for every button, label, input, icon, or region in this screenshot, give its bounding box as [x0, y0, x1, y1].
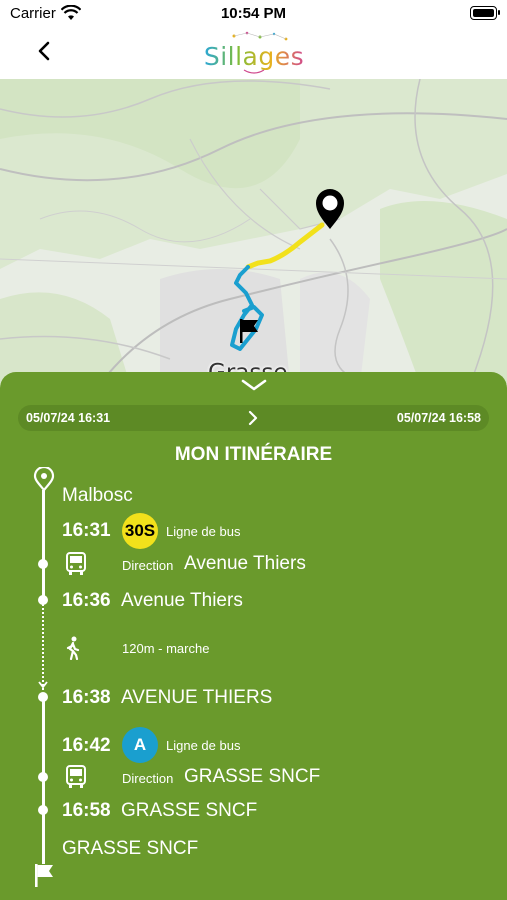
date-range-bar: 05/07/24 16:31 05/07/24 16:58 — [18, 405, 489, 431]
origin-stop: Malbosc — [62, 485, 133, 506]
arrow-down-icon — [38, 681, 48, 689]
transfer-time: 16:38 — [62, 687, 111, 708]
timeline-dot — [38, 692, 48, 702]
map-canvas — [0, 79, 507, 384]
transfer-stop: AVENUE THIERS — [121, 687, 273, 708]
route-map[interactable]: Grasse — [0, 79, 507, 384]
itinerary-sheet: 05/07/24 16:31 05/07/24 16:58 MON ITINÉR… — [0, 372, 507, 900]
leg-depart-time: 16:31 — [62, 520, 111, 541]
direction-label: Direction — [122, 771, 174, 786]
logo-text: Sillages — [203, 42, 305, 71]
timeline-dot — [38, 595, 48, 605]
leg-mode-label: Ligne de bus — [166, 524, 241, 539]
leg-arrive-stop: GRASSE SNCF — [121, 800, 258, 821]
status-bar: Carrier 10:54 PM — [0, 0, 507, 30]
start-datetime: 05/07/24 16:31 — [26, 411, 111, 425]
chevron-right-icon — [248, 410, 258, 426]
timeline-line-segment — [42, 490, 45, 601]
nav-bar: Sillages — [0, 30, 507, 78]
leg-direction: GRASSE SNCF — [184, 766, 321, 787]
destination-flag-icon — [35, 864, 53, 887]
leg-mode-label: Ligne de bus — [166, 738, 241, 753]
walking-icon — [66, 636, 80, 660]
leg-arrive-stop: Avenue Thiers — [121, 590, 243, 611]
sillages-logo: Sillages — [194, 30, 314, 76]
timeline-dot — [38, 805, 48, 815]
timeline-dot — [38, 559, 48, 569]
leg-direction: Avenue Thiers — [184, 553, 306, 574]
battery-icon — [470, 6, 500, 20]
leg-arrive-time: 16:58 — [62, 800, 111, 821]
collapse-chevron-icon[interactable] — [241, 378, 267, 392]
bus-icon — [66, 552, 86, 575]
leg-depart-time: 16:42 — [62, 735, 111, 756]
destination-stop: GRASSE SNCF — [62, 838, 199, 859]
line-badge-A[interactable]: A — [122, 727, 158, 763]
walk-label: 120m - marche — [122, 641, 210, 656]
back-chevron-icon[interactable] — [30, 36, 60, 66]
leg-arrive-time: 16:36 — [62, 590, 111, 611]
origin-marker-icon — [33, 467, 55, 491]
end-datetime: 05/07/24 16:58 — [396, 411, 481, 425]
itinerary-title: MON ITINÉRAIRE — [174, 444, 333, 465]
line-badge-30S[interactable]: 30S — [122, 513, 158, 549]
direction-label: Direction — [122, 558, 174, 573]
bus-icon — [66, 765, 86, 788]
timeline-walk-segment — [42, 604, 44, 690]
timeline-dot — [38, 772, 48, 782]
clock: 10:54 PM — [220, 5, 287, 22]
